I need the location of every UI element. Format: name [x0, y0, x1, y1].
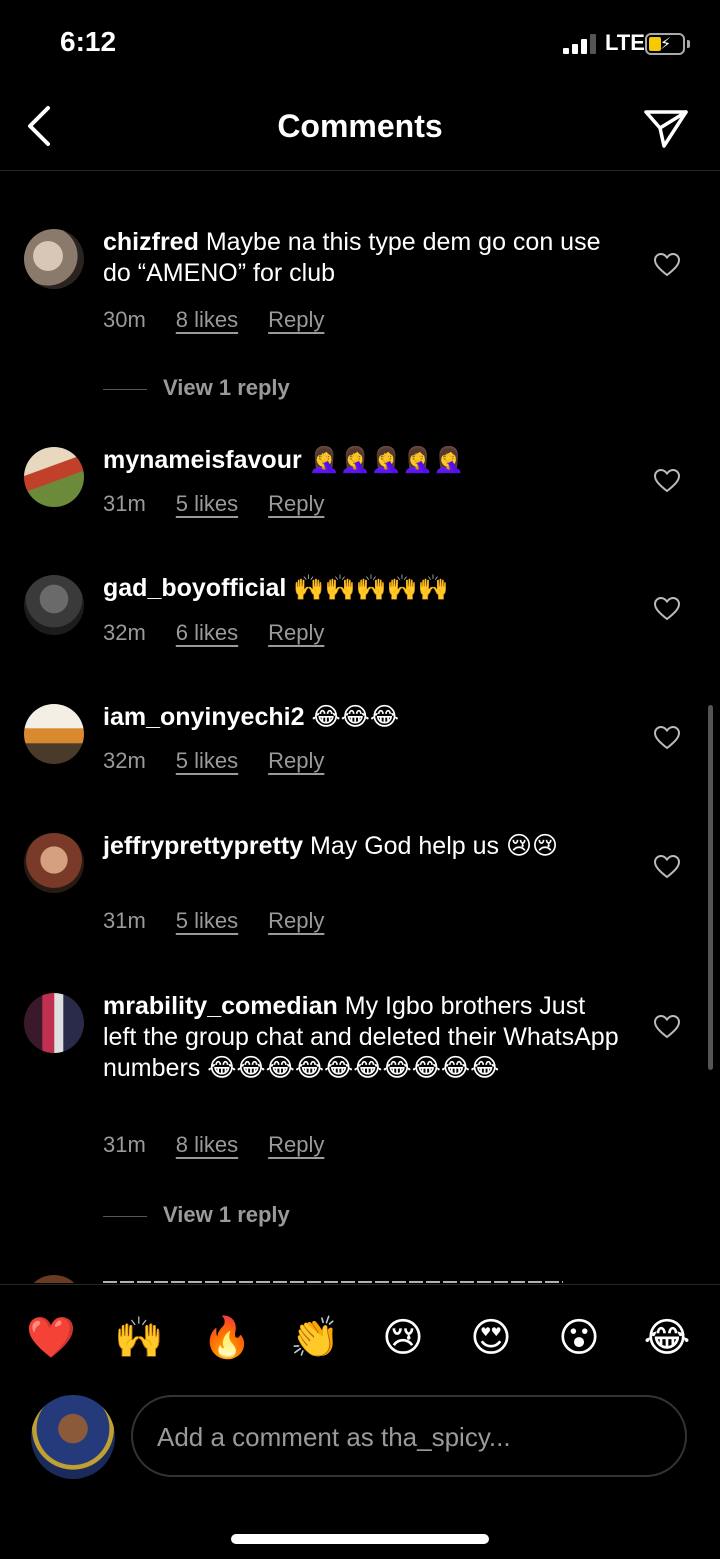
comment-likes[interactable]: 8 likes	[176, 1132, 238, 1158]
heart-icon[interactable]	[653, 468, 681, 493]
comment-body: 🙌🙌🙌🙌🙌	[293, 574, 449, 602]
emoji-raised-hands-button[interactable]: 🙌	[114, 1313, 164, 1363]
avatar[interactable]	[24, 229, 84, 289]
reply-button[interactable]: Reply	[268, 620, 324, 646]
status-bar: 6:12 LTE ⚡	[0, 0, 720, 90]
reply-button[interactable]: Reply	[268, 307, 324, 333]
send-icon[interactable]	[642, 104, 690, 152]
comment-text: iam_onyinyechi2 😂😂😂	[103, 702, 623, 733]
comment-text: mrability_comedian My Igbo brothers Just…	[103, 991, 623, 1084]
comment-meta: 31m 8 likes Reply	[103, 1132, 324, 1158]
heart-icon[interactable]	[653, 854, 681, 879]
comment-body: 😂😂😂	[311, 703, 400, 731]
comment-input-box[interactable]	[131, 1395, 687, 1477]
avatar[interactable]	[24, 575, 84, 635]
heart-icon[interactable]	[653, 1014, 681, 1039]
emoji-clap-button[interactable]: 👏	[290, 1313, 340, 1363]
comment-input[interactable]	[155, 1397, 659, 1477]
comment-time: 30m	[103, 307, 146, 332]
battery-icon: ⚡	[645, 33, 685, 55]
comment-username[interactable]: jeffryprettypretty	[103, 832, 303, 860]
scrollbar[interactable]	[708, 705, 713, 1070]
reply-button[interactable]: Reply	[268, 491, 324, 517]
view-replies-label: View 1 reply	[163, 1202, 290, 1227]
status-time: 6:12	[60, 26, 117, 57]
page-title: Comments	[277, 108, 443, 144]
comment-body: May God help us 😢😢	[310, 832, 559, 860]
comment-body: 🤦‍♀️🤦‍♀️🤦‍♀️🤦‍♀️🤦‍♀️	[308, 446, 465, 474]
comment-likes[interactable]: 5 likes	[176, 491, 238, 517]
view-replies-button[interactable]: View 1 reply	[103, 375, 290, 401]
avatar[interactable]	[24, 833, 84, 893]
emoji-crying-button[interactable]: 😢	[378, 1313, 428, 1363]
signal-icon	[563, 34, 599, 54]
comment-meta: 31m 5 likes Reply	[103, 491, 324, 517]
partial-next-comment	[24, 1275, 684, 1283]
comment-text: chizfred Maybe na this type dem go con u…	[103, 227, 623, 289]
reply-button[interactable]: Reply	[268, 908, 324, 934]
quick-emoji-bar: ❤️ 🙌 🔥 👏 😢 😍 😮 😂	[0, 1284, 720, 1389]
comment-likes[interactable]: 8 likes	[176, 307, 238, 333]
comment-username[interactable]: iam_onyinyechi2	[103, 703, 304, 731]
home-indicator[interactable]	[231, 1534, 489, 1544]
avatar[interactable]	[24, 704, 84, 764]
comment-time: 31m	[103, 908, 146, 933]
comment-composer	[0, 1390, 720, 1486]
emoji-heart-button[interactable]: ❤️	[26, 1313, 76, 1363]
heart-icon[interactable]	[653, 596, 681, 621]
comment-time: 31m	[103, 491, 146, 516]
view-replies-button[interactable]: View 1 reply	[103, 1202, 290, 1228]
comment-time: 31m	[103, 1132, 146, 1157]
comment-username[interactable]: chizfred	[103, 228, 199, 256]
comment-meta: 30m 8 likes Reply	[103, 307, 324, 333]
reply-button[interactable]: Reply	[268, 748, 324, 774]
comment-time: 32m	[103, 748, 146, 773]
avatar[interactable]	[24, 447, 84, 507]
comment-username[interactable]: mrability_comedian	[103, 992, 338, 1020]
emoji-laughing-button[interactable]: 😂	[642, 1313, 692, 1363]
comment-text: gad_boyofficial 🙌🙌🙌🙌🙌	[103, 573, 623, 604]
comment-meta: 31m 5 likes Reply	[103, 908, 324, 934]
emoji-fire-button[interactable]: 🔥	[202, 1313, 252, 1363]
comment-likes[interactable]: 5 likes	[176, 908, 238, 934]
comment-text: mynameisfavour 🤦‍♀️🤦‍♀️🤦‍♀️🤦‍♀️🤦‍♀️	[103, 445, 623, 476]
battery-tip	[687, 40, 690, 48]
reply-button[interactable]: Reply	[268, 1132, 324, 1158]
comment-username[interactable]: gad_boyofficial	[103, 574, 286, 602]
comment-likes[interactable]: 5 likes	[176, 748, 238, 774]
emoji-heart-eyes-button[interactable]: 😍	[466, 1313, 516, 1363]
comment-list[interactable]: chizfred Maybe na this type dem go con u…	[0, 171, 720, 1283]
header: Comments	[0, 90, 720, 171]
heart-icon[interactable]	[653, 725, 681, 750]
comment-username[interactable]: mynameisfavour	[103, 446, 302, 474]
view-replies-label: View 1 reply	[163, 375, 290, 400]
emoji-surprised-button[interactable]: 😮	[554, 1313, 604, 1363]
self-avatar	[31, 1395, 115, 1479]
comment-text: jeffryprettypretty May God help us 😢😢	[103, 831, 623, 862]
comment-meta: 32m 5 likes Reply	[103, 748, 324, 774]
comment-likes[interactable]: 6 likes	[176, 620, 238, 646]
avatar[interactable]	[24, 993, 84, 1053]
heart-icon[interactable]	[653, 252, 681, 277]
network-label: LTE	[605, 30, 645, 55]
comment-meta: 32m 6 likes Reply	[103, 620, 324, 646]
comment-time: 32m	[103, 620, 146, 645]
